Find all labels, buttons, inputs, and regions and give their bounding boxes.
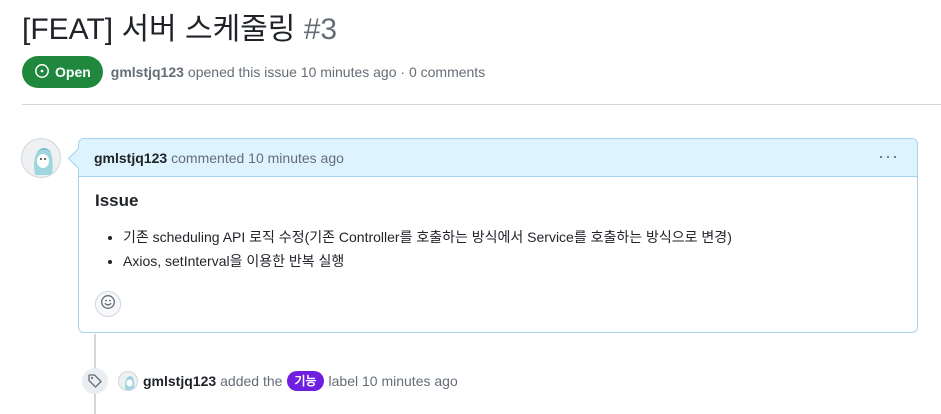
comment-box: gmlstjq123 commented 10 minutes ago ··· … bbox=[78, 138, 918, 333]
issue-number: #3 bbox=[303, 13, 338, 46]
issue-opened-icon bbox=[34, 63, 50, 82]
list-item: Axios, setInterval을 이용한 반복 실행 bbox=[123, 249, 901, 273]
issue-opened-text: opened this issue 10 minutes ago · 0 com… bbox=[187, 64, 486, 80]
add-reaction-button[interactable] bbox=[95, 291, 121, 317]
event-text-after: label 10 minutes ago bbox=[328, 373, 458, 389]
event-text-before: added the bbox=[220, 373, 283, 389]
issue-author-link[interactable]: gmlstjq123 bbox=[111, 64, 184, 80]
event-author-link[interactable]: gmlstjq123 bbox=[143, 373, 216, 389]
header-divider bbox=[22, 104, 941, 105]
state-label: Open bbox=[55, 64, 91, 80]
comment-list: 기존 scheduling API 로직 수정(기존 Controller를 호… bbox=[95, 225, 901, 273]
smiley-icon bbox=[100, 294, 116, 315]
comment-header: gmlstjq123 commented 10 minutes ago ··· bbox=[79, 139, 917, 177]
avatar[interactable] bbox=[118, 371, 138, 391]
issue-title: [FEAT] 서버 스케줄링 bbox=[22, 13, 296, 46]
avatar[interactable] bbox=[21, 138, 61, 178]
issue-title-row: [FEAT] 서버 스케줄링 #3 bbox=[22, 10, 337, 50]
comment-action-text: commented 10 minutes ago bbox=[171, 149, 344, 166]
tag-icon bbox=[82, 368, 108, 394]
list-item: 기존 scheduling API 로직 수정(기존 Controller를 호… bbox=[123, 225, 901, 249]
label-event: gmlstjq123 added the 기능 label 10 minutes… bbox=[118, 370, 458, 392]
issue-meta: Open gmlstjq123 opened this issue 10 min… bbox=[22, 56, 485, 88]
label-chip[interactable]: 기능 bbox=[287, 371, 324, 391]
comment-body: Issue 기존 scheduling API 로직 수정(기존 Control… bbox=[79, 177, 917, 273]
kebab-horizontal-icon[interactable]: ··· bbox=[878, 147, 899, 165]
state-badge: Open bbox=[22, 56, 103, 88]
comment-author-link[interactable]: gmlstjq123 bbox=[94, 150, 167, 166]
comment-heading: Issue bbox=[95, 191, 139, 210]
